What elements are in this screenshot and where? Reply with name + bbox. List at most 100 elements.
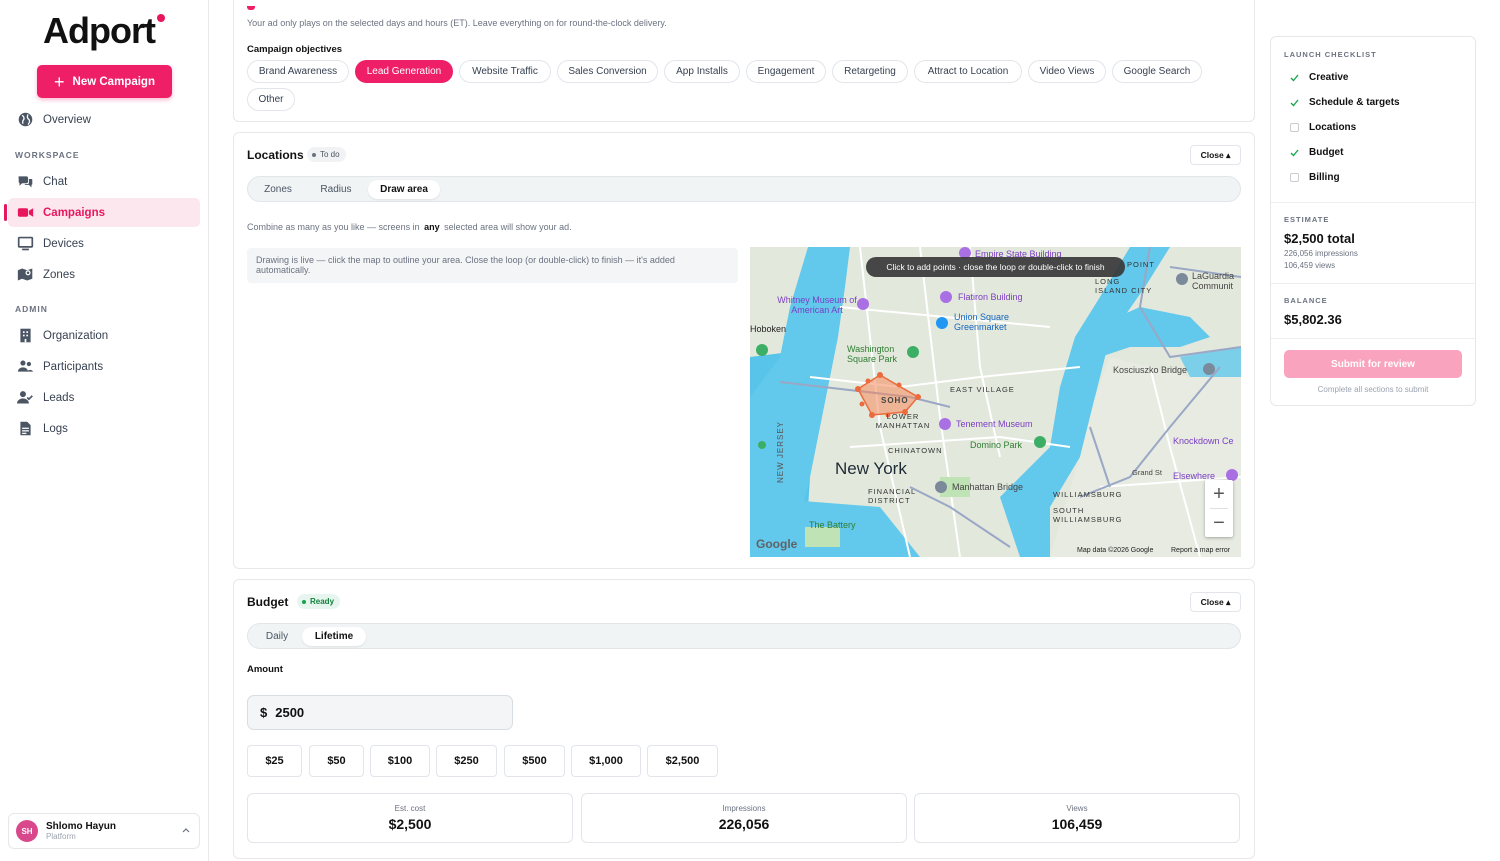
sidebar-item-campaigns[interactable]: Campaigns xyxy=(4,198,200,227)
checklist-item-label: Schedule & targets xyxy=(1309,97,1400,108)
balance-label: BALANCE xyxy=(1284,296,1328,305)
combine-any: any xyxy=(424,222,440,232)
tab-daily[interactable]: Daily xyxy=(254,627,300,646)
sidebar-item-participants[interactable]: Participants xyxy=(8,352,200,381)
map-label-new-jersey: NEW JERSEY xyxy=(776,420,785,483)
tab-zones[interactable]: Zones xyxy=(254,180,302,199)
sidebar-item-leads[interactable]: Leads xyxy=(8,383,200,412)
building-icon xyxy=(17,327,34,344)
objective-video-views[interactable]: Video Views xyxy=(1028,60,1106,83)
map-label-soho: SOHO xyxy=(881,396,909,405)
schedule-marker xyxy=(247,6,255,10)
preset-2500-button[interactable]: $2,500 xyxy=(647,745,718,777)
map-canvas[interactable]: New York SOHO LOWER MANHATTAN CHINATOWN … xyxy=(750,247,1241,557)
checklist-label: LAUNCH CHECKLIST xyxy=(1284,50,1377,59)
preset-1000-button[interactable]: $1,000 xyxy=(571,745,641,777)
map-attribution: Map data ©2026 Google xyxy=(1077,547,1154,554)
sidebar-item-chat[interactable]: Chat xyxy=(8,167,200,196)
report-map-error-link[interactable]: Report a map error xyxy=(1171,547,1230,554)
map-label-kosciuszko: Kosciuszko Bridge xyxy=(1113,365,1188,375)
objective-engagement[interactable]: Engagement xyxy=(746,60,826,83)
map-tooltip: Click to add points · close the loop or … xyxy=(866,257,1125,277)
stat-label: Impressions xyxy=(722,804,766,813)
user-name: Shlomo Hayun xyxy=(46,821,117,832)
preset-250-button[interactable]: $250 xyxy=(436,745,497,777)
locations-close-button[interactable]: Close ▴ xyxy=(1190,145,1241,165)
sidebar-item-overview[interactable]: Overview xyxy=(8,105,200,134)
new-campaign-label: New Campaign xyxy=(72,75,155,88)
est-cost-stat: Est. cost $2,500 xyxy=(247,793,573,843)
combine-text: Combine as many as you like — screens in… xyxy=(247,222,572,232)
new-campaign-button[interactable]: + New Campaign xyxy=(37,65,172,98)
status-dot xyxy=(302,599,306,604)
preset-100-button[interactable]: $100 xyxy=(370,745,430,777)
map-label-hoboken: Hoboken xyxy=(750,324,787,334)
sidebar-item-label: Campaigns xyxy=(43,206,105,219)
sidebar-item-label: Devices xyxy=(43,237,84,250)
sidebar-item-label: Logs xyxy=(43,422,68,435)
map-label-domino: Domino Park xyxy=(970,440,1023,450)
monitor-icon xyxy=(17,235,34,252)
map-label-tenement: Tenement Museum xyxy=(956,419,1033,429)
sidebar: Adport + New Campaign Overview WORKSPACE… xyxy=(0,0,209,861)
preset-50-button[interactable]: $50 xyxy=(309,745,364,777)
draw-instructions: Drawing is live — click the map to outli… xyxy=(247,248,738,283)
checklist-item-label: Budget xyxy=(1309,147,1344,158)
objective-brand-awareness[interactable]: Brand Awareness xyxy=(247,60,349,83)
map-label-manhattan-bridge: Manhattan Bridge xyxy=(952,482,1024,492)
sidebar-item-logs[interactable]: Logs xyxy=(8,414,200,443)
tab-radius[interactable]: Radius xyxy=(308,180,364,199)
map-label-chinatown: CHINATOWN xyxy=(888,446,943,455)
status-badge: To do xyxy=(307,147,346,162)
sidebar-item-organization[interactable]: Organization xyxy=(8,321,200,350)
sidebar-item-zones[interactable]: Zones xyxy=(8,260,200,289)
divider xyxy=(1271,202,1475,203)
views-stat: Views 106,459 xyxy=(914,793,1240,843)
objective-app-installs[interactable]: App Installs xyxy=(664,60,740,83)
objective-lead-generation[interactable]: Lead Generation xyxy=(355,60,453,83)
sidebar-item-label: Chat xyxy=(43,175,68,188)
chevron-up-icon xyxy=(182,828,190,833)
zoom-in-button[interactable]: + xyxy=(1205,480,1233,508)
objective-retargeting[interactable]: Retargeting xyxy=(832,60,908,83)
budget-close-button[interactable]: Close ▴ xyxy=(1190,592,1241,612)
submit-for-review-button[interactable]: Submit for review xyxy=(1284,350,1462,378)
checklist-item-budget: Budget xyxy=(1290,147,1343,158)
map-label-union-square: Union Square Greenmarket xyxy=(954,312,1010,332)
objective-other[interactable]: Other xyxy=(247,88,295,111)
divider xyxy=(1271,338,1475,339)
estimate-impressions: 226,056 impressions xyxy=(1284,249,1358,258)
checklist-item-creative: Creative xyxy=(1290,72,1348,83)
user-menu[interactable]: SH Shlomo Hayun Platform xyxy=(8,813,200,849)
admin-section-label: ADMIN xyxy=(15,304,48,314)
objective-google-search[interactable]: Google Search xyxy=(1112,60,1202,83)
map-label-south-williamsburg: SOUTH WILLIAMSBURG xyxy=(1053,506,1123,524)
logo-dot xyxy=(157,14,165,22)
preset-25-button[interactable]: $25 xyxy=(247,745,302,777)
video-icon xyxy=(17,204,34,221)
tab-lifetime[interactable]: Lifetime xyxy=(302,627,366,646)
map-label-point: POINT xyxy=(1127,260,1155,269)
estimate-total: $2,500 total xyxy=(1284,231,1355,246)
objective-website-traffic[interactable]: Website Traffic xyxy=(459,60,551,83)
checklist-item-label: Creative xyxy=(1309,72,1349,83)
objective-attract-to-location[interactable]: Attract to Location xyxy=(914,60,1022,83)
unchecked-box-icon xyxy=(1290,123,1299,132)
locations-tabs: Zones Radius Draw area xyxy=(247,176,1241,202)
budget-tabs: Daily Lifetime xyxy=(247,623,1241,649)
map-label-east-village: EAST VILLAGE xyxy=(950,385,1015,394)
tab-draw-area[interactable]: Draw area xyxy=(368,180,440,199)
status-text: Ready xyxy=(310,597,335,606)
sidebar-item-devices[interactable]: Devices xyxy=(8,229,200,258)
status-text: To do xyxy=(320,150,340,159)
preset-500-button[interactable]: $500 xyxy=(504,745,565,777)
map-label-new-york: New York xyxy=(835,459,907,478)
amount-input[interactable]: $ 2500 xyxy=(247,695,513,730)
zoom-out-button[interactable]: − xyxy=(1205,509,1233,537)
brand-logo[interactable]: Adport xyxy=(43,10,156,52)
checklist-item-billing: Billing xyxy=(1290,172,1340,183)
objective-sales-conversion[interactable]: Sales Conversion xyxy=(557,60,658,83)
check-icon xyxy=(1290,98,1299,107)
divider xyxy=(1271,283,1475,284)
estimate-label: ESTIMATE xyxy=(1284,215,1330,224)
